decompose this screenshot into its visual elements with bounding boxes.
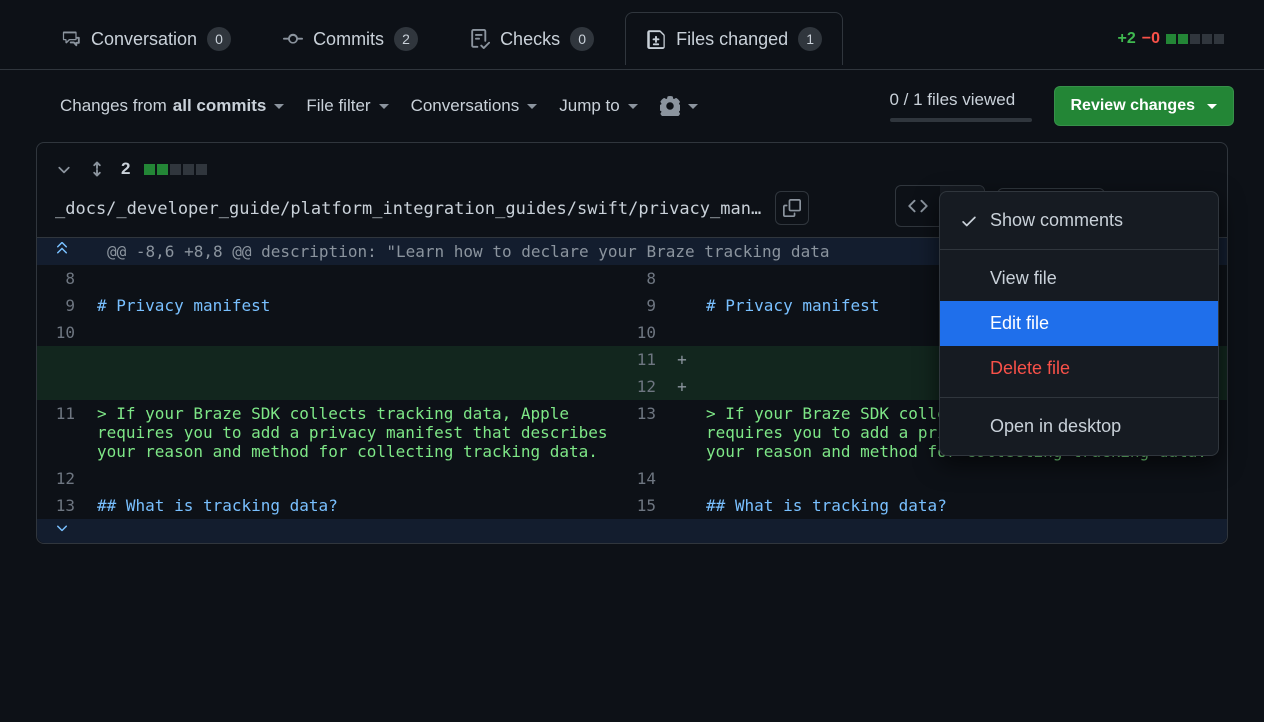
diff-line-context: 13 ## What is tracking data? 15 ## What …	[37, 492, 1227, 519]
conversations-label: Conversations	[411, 96, 520, 116]
line-number-right[interactable]: 15	[618, 492, 668, 519]
code-text: # Privacy manifest	[706, 296, 879, 315]
tab-commits[interactable]: Commits 2	[262, 12, 439, 65]
line-number-left[interactable]: 8	[37, 265, 87, 292]
menu-view-file[interactable]: View file	[940, 256, 1218, 301]
comment-discussion-icon	[61, 29, 81, 49]
diff-settings-dropdown[interactable]	[660, 96, 698, 116]
tab-checks[interactable]: Checks 0	[449, 12, 615, 65]
collapse-file-button[interactable]	[55, 160, 73, 178]
menu-show-comments[interactable]: Show comments	[940, 198, 1218, 243]
expand-down-button[interactable]	[37, 519, 87, 543]
changes-from-value: all commits	[173, 96, 267, 116]
copy-path-button[interactable]	[775, 191, 809, 225]
file-filter-label: File filter	[306, 96, 370, 116]
file-header: 2 _docs/_developer_guide/platform_integr…	[37, 143, 1227, 237]
tab-counter: 0	[570, 27, 594, 51]
changes-from-dropdown[interactable]: Changes from all commits	[60, 96, 284, 116]
caret-down-icon	[274, 104, 284, 109]
source-view-button[interactable]	[896, 186, 940, 226]
checklist-icon	[470, 29, 490, 49]
caret-down-icon	[688, 104, 698, 109]
tab-label: Files changed	[676, 29, 788, 50]
review-changes-label: Review changes	[1071, 97, 1196, 115]
code-text: ## What is tracking data?	[97, 496, 338, 515]
code-text: ## What is tracking data?	[706, 496, 947, 515]
tab-label: Checks	[500, 29, 560, 50]
tab-conversation[interactable]: Conversation 0	[40, 12, 252, 65]
addition-marker: +	[668, 373, 696, 400]
tab-files-changed[interactable]: Files changed 1	[625, 12, 843, 65]
menu-delete-file[interactable]: Delete file	[940, 346, 1218, 391]
files-toolbar: Changes from all commits File filter Con…	[0, 70, 1264, 142]
line-number-left[interactable]: 13	[37, 492, 87, 519]
git-commit-icon	[283, 29, 303, 49]
line-number-right[interactable]: 9	[618, 292, 668, 319]
tabs-list: Conversation 0 Commits 2 Checks 0 Files …	[40, 12, 1118, 65]
gear-icon	[660, 96, 680, 116]
menu-label: Delete file	[990, 358, 1070, 379]
line-number-right[interactable]: 13	[618, 400, 668, 465]
files-viewed-label: 0 / 1 files viewed	[890, 90, 1016, 109]
line-number-right[interactable]: 14	[618, 465, 668, 492]
expand-all-button[interactable]	[87, 159, 107, 179]
expand-down-row	[37, 519, 1227, 543]
deletions-count: −0	[1142, 30, 1160, 48]
line-number-left[interactable]: 12	[37, 465, 87, 492]
diffstat: +2 −0	[1118, 30, 1255, 48]
tab-counter: 0	[207, 27, 231, 51]
line-number-right[interactable]: 10	[618, 319, 668, 346]
caret-down-icon	[379, 104, 389, 109]
file-options-menu: Show comments View file Edit file Delete…	[939, 191, 1219, 456]
menu-label: Open in desktop	[990, 416, 1121, 437]
line-number-left[interactable]: 9	[37, 292, 87, 319]
expand-up-button[interactable]	[37, 238, 87, 265]
code-text: > If your Braze SDK collects tracking da…	[97, 404, 617, 461]
menu-edit-file[interactable]: Edit file	[940, 301, 1218, 346]
additions-count: +2	[1118, 30, 1136, 48]
caret-down-icon	[628, 104, 638, 109]
file-diff-icon	[646, 29, 666, 49]
tab-label: Conversation	[91, 29, 197, 50]
caret-down-icon	[527, 104, 537, 109]
jump-to-label: Jump to	[559, 96, 619, 116]
changes-from-prefix: Changes from	[60, 96, 167, 116]
file-filter-dropdown[interactable]: File filter	[306, 96, 388, 116]
pr-tabs: Conversation 0 Commits 2 Checks 0 Files …	[0, 0, 1264, 70]
code-text: # Privacy manifest	[97, 296, 270, 315]
file-path[interactable]: _docs/_developer_guide/platform_integrat…	[55, 199, 761, 219]
menu-label: Show comments	[990, 210, 1123, 231]
line-number-left[interactable]: 10	[37, 319, 87, 346]
tab-counter: 2	[394, 27, 418, 51]
menu-separator	[940, 397, 1218, 398]
tab-label: Commits	[313, 29, 384, 50]
file-change-count: 2	[121, 159, 130, 179]
jump-to-dropdown[interactable]: Jump to	[559, 96, 637, 116]
line-number-right[interactable]: 12	[618, 373, 668, 400]
addition-marker: +	[668, 346, 696, 373]
line-number-left[interactable]: 11	[37, 400, 87, 465]
diffstat-squares-icon	[1166, 34, 1224, 44]
menu-open-desktop[interactable]: Open in desktop	[940, 404, 1218, 449]
line-number-right[interactable]: 11	[618, 346, 668, 373]
progress-bar	[890, 118, 1032, 122]
diffstat-squares-icon	[144, 164, 207, 175]
line-number-right[interactable]: 8	[618, 265, 668, 292]
files-viewed-progress: 0 / 1 files viewed	[890, 90, 1032, 122]
file-diff: 2 _docs/_developer_guide/platform_integr…	[36, 142, 1228, 544]
menu-separator	[940, 249, 1218, 250]
conversations-dropdown[interactable]: Conversations	[411, 96, 538, 116]
menu-label: Edit file	[990, 313, 1049, 334]
caret-down-icon	[1207, 104, 1217, 109]
tab-counter: 1	[798, 27, 822, 51]
check-icon	[960, 212, 978, 230]
review-changes-button[interactable]: Review changes	[1054, 86, 1235, 126]
diff-line-context: 12 14	[37, 465, 1227, 492]
menu-label: View file	[990, 268, 1057, 289]
